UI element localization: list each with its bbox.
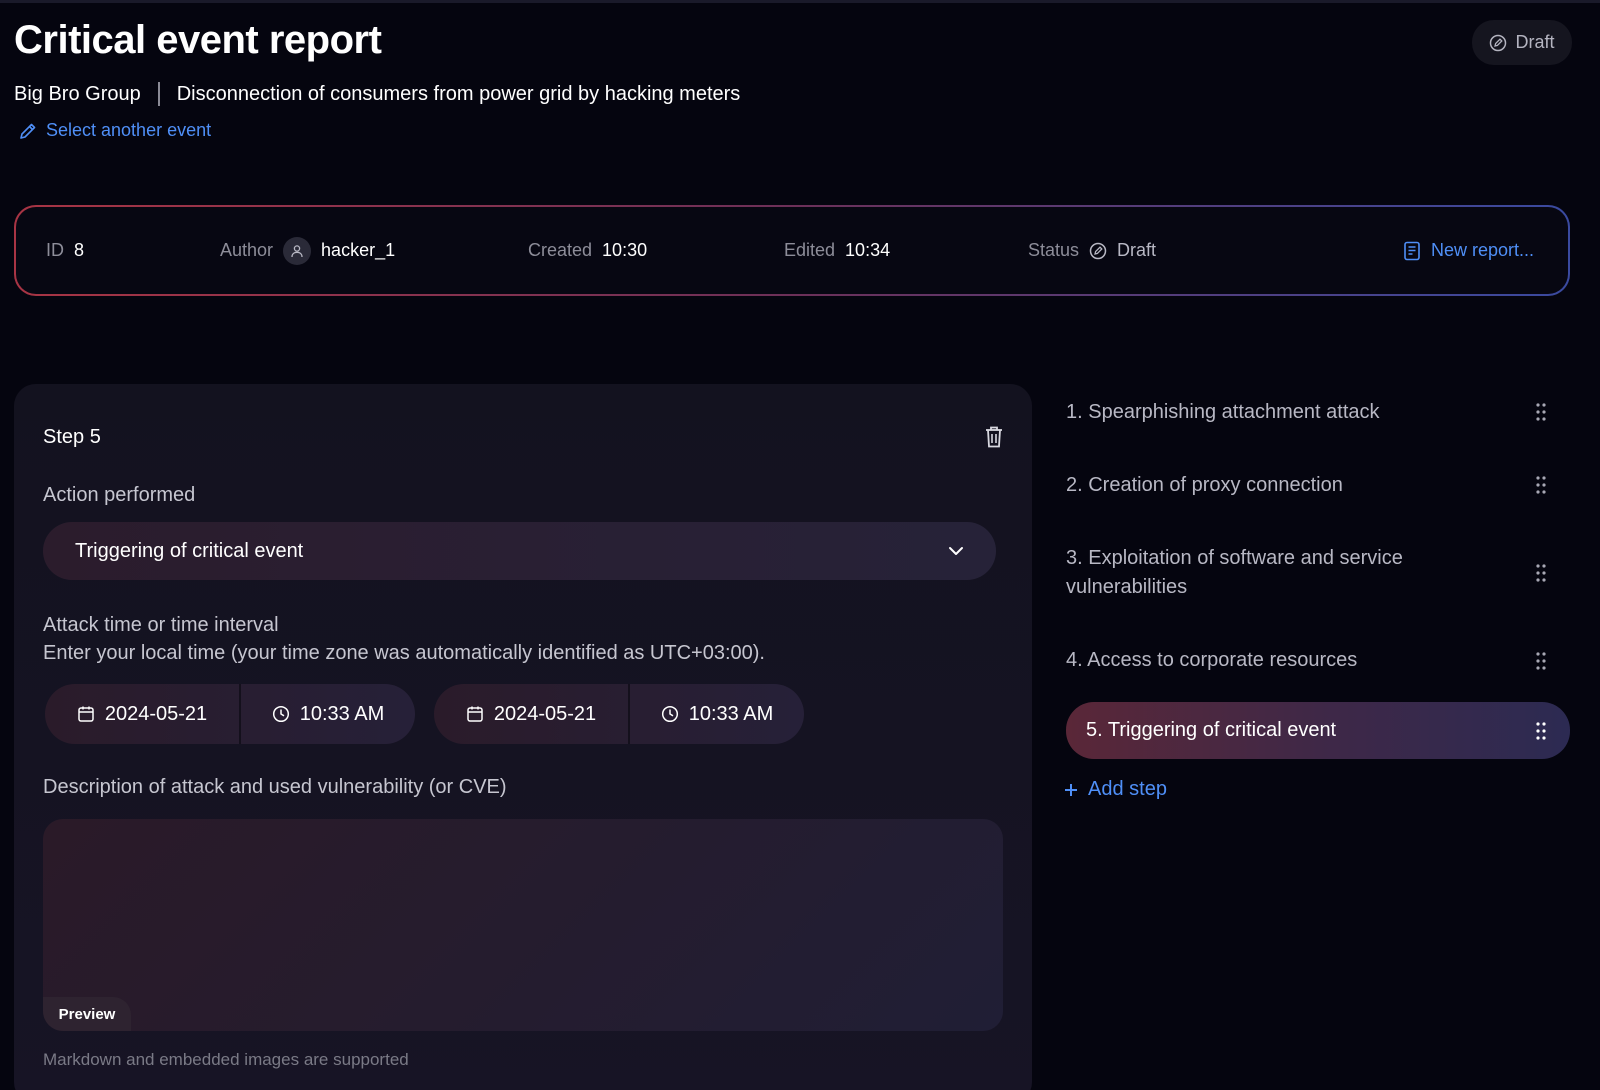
clock-icon bbox=[661, 705, 678, 723]
description-label: Description of attack and used vulnerabi… bbox=[43, 776, 507, 798]
drag-handle[interactable] bbox=[1535, 402, 1547, 422]
event-name: Disconnection of consumers from power gr… bbox=[176, 82, 741, 105]
page-title: Critical event report bbox=[14, 18, 382, 62]
start-date-value: 2024-05-21 bbox=[104, 702, 208, 725]
drag-handle[interactable] bbox=[1535, 563, 1547, 583]
report-info-bar: ID 8 Author hacker_1 Created 10:30 Edite… bbox=[14, 205, 1570, 296]
document-icon bbox=[1404, 241, 1420, 260]
start-date-field[interactable]: 2024-05-21 bbox=[45, 684, 239, 744]
status-value: Draft bbox=[1117, 240, 1157, 260]
preview-tab[interactable]: Preview bbox=[43, 997, 131, 1031]
select-another-event-link[interactable]: Select another event bbox=[18, 120, 211, 141]
avatar bbox=[283, 236, 312, 265]
preview-tab-label: Preview bbox=[58, 1005, 116, 1023]
created-value: 10:30 bbox=[602, 240, 648, 260]
step-title: Step 5 bbox=[43, 426, 101, 448]
time-zone-hint: Enter your local time (your time zone wa… bbox=[43, 642, 765, 664]
start-datetime-picker: 2024-05-21 10:33 AM bbox=[45, 684, 415, 744]
action-performed-label: Action performed bbox=[43, 484, 196, 506]
description-textarea[interactable]: Preview bbox=[43, 819, 1003, 1031]
critical-event-report-page: Critical event report Draft Big Bro Grou… bbox=[0, 0, 1600, 1090]
end-date-value: 2024-05-21 bbox=[493, 702, 597, 725]
calendar-icon bbox=[78, 706, 94, 722]
id-label: ID bbox=[46, 240, 64, 260]
step-editor-panel: Step 5 Action performed Triggering of cr… bbox=[14, 384, 1032, 1090]
attack-time-label: Attack time or time interval bbox=[43, 614, 279, 636]
delete-step-button[interactable] bbox=[982, 424, 1006, 450]
chevron-down-icon bbox=[949, 547, 963, 555]
step-item-label: 2. Creation of proxy connection bbox=[1066, 474, 1343, 496]
calendar-icon bbox=[467, 706, 483, 722]
end-date-field[interactable]: 2024-05-21 bbox=[434, 684, 628, 744]
info-status: Status Draft bbox=[1028, 207, 1156, 294]
status-label: Status bbox=[1028, 240, 1080, 260]
pencil-icon bbox=[20, 123, 36, 139]
steps-list-item-active[interactable]: 5. Triggering of critical event bbox=[1066, 702, 1570, 759]
steps-list-item[interactable]: 1. Spearphishing attachment attack bbox=[1066, 398, 1566, 427]
author-value: hacker_1 bbox=[321, 240, 396, 260]
start-time-value: 10:33 AM bbox=[299, 702, 385, 725]
breadcrumb-divider bbox=[157, 82, 160, 106]
id-value: 8 bbox=[74, 240, 85, 260]
new-report-label: New report... bbox=[1430, 240, 1534, 260]
created-label: Created bbox=[528, 240, 593, 260]
step-item-label: 3. Exploitation of software and service … bbox=[1066, 547, 1403, 598]
top-border bbox=[0, 0, 1600, 3]
draft-status-icon bbox=[1490, 34, 1507, 51]
steps-list-item[interactable]: 2. Creation of proxy connection bbox=[1066, 471, 1566, 500]
info-edited: Edited 10:34 bbox=[784, 207, 890, 294]
drag-handle-icon bbox=[1536, 403, 1546, 421]
markdown-hint: Markdown and embedded images are support… bbox=[43, 1050, 409, 1069]
group-name: Big Bro Group bbox=[14, 82, 141, 105]
start-time-field[interactable]: 10:33 AM bbox=[241, 684, 415, 744]
clock-icon bbox=[272, 705, 289, 723]
info-created: Created 10:30 bbox=[528, 207, 647, 294]
plus-icon bbox=[1065, 783, 1077, 796]
end-time-field[interactable]: 10:33 AM bbox=[630, 684, 804, 744]
user-icon bbox=[291, 244, 303, 257]
step-item-label: 4. Access to corporate resources bbox=[1066, 649, 1358, 671]
drag-handle-icon bbox=[1536, 652, 1546, 670]
trash-icon bbox=[986, 426, 1002, 448]
add-step-button[interactable]: Add step bbox=[1064, 778, 1167, 801]
end-datetime-picker: 2024-05-21 10:33 AM bbox=[434, 684, 804, 744]
drag-handle[interactable] bbox=[1535, 651, 1547, 671]
step-item-label: 5. Triggering of critical event bbox=[1086, 719, 1337, 741]
breadcrumb: Big Bro Group Disconnection of consumers… bbox=[14, 82, 740, 106]
select-another-event-label: Select another event bbox=[46, 120, 212, 140]
new-report-button[interactable]: New report... bbox=[1403, 207, 1534, 294]
steps-list-item[interactable]: 3. Exploitation of software and service … bbox=[1066, 544, 1456, 602]
end-time-value: 10:33 AM bbox=[688, 702, 774, 725]
author-label: Author bbox=[220, 240, 274, 260]
status-badge: Draft bbox=[1472, 20, 1572, 65]
info-author: Author hacker_1 bbox=[220, 207, 395, 294]
drag-handle[interactable] bbox=[1535, 721, 1547, 741]
drag-handle-icon bbox=[1536, 722, 1546, 740]
drag-handle-icon bbox=[1536, 564, 1546, 582]
steps-list-item[interactable]: 4. Access to corporate resources bbox=[1066, 646, 1566, 675]
action-performed-value: Triggering of critical event bbox=[75, 539, 304, 562]
drag-handle[interactable] bbox=[1535, 475, 1547, 495]
step-item-label: 1. Spearphishing attachment attack bbox=[1066, 401, 1380, 423]
add-step-label: Add step bbox=[1088, 778, 1167, 800]
drag-handle-icon bbox=[1536, 476, 1546, 494]
status-badge-label: Draft bbox=[1515, 32, 1555, 52]
edited-label: Edited bbox=[784, 240, 836, 260]
info-id: ID 8 bbox=[46, 207, 84, 294]
action-performed-select[interactable]: Triggering of critical event bbox=[43, 522, 996, 580]
draft-status-icon bbox=[1089, 242, 1107, 259]
edited-value: 10:34 bbox=[845, 240, 891, 260]
